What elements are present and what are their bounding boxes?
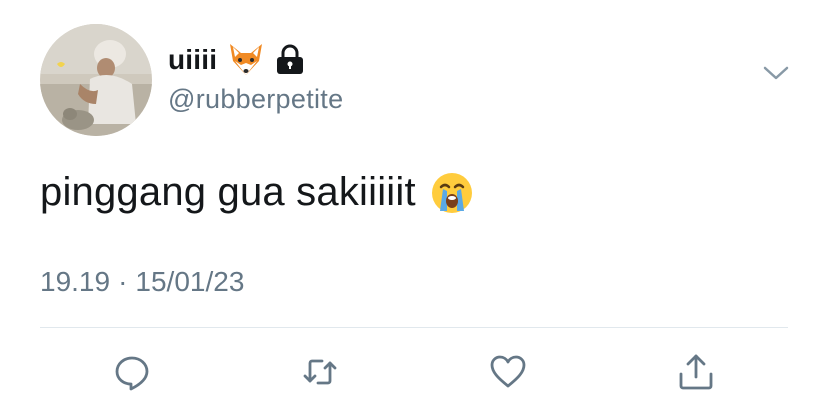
lock-icon [275, 44, 305, 76]
tweet-action-bar [0, 348, 828, 396]
author-name-row: uiiii [168, 40, 305, 80]
display-name[interactable]: uiiii [168, 44, 217, 76]
like-icon [490, 355, 526, 388]
loudly-crying-face-emoji-icon [430, 171, 474, 215]
share-icon [679, 354, 713, 390]
tweet-timestamp[interactable]: 19.19 · 15/01/23 [40, 266, 244, 298]
reply-button[interactable] [108, 348, 156, 396]
tweet-time: 19.19 [40, 266, 111, 297]
tweet-text: pinggang gua sakiiiiit [40, 170, 416, 214]
avatar-photo [40, 24, 152, 136]
retweet-icon [303, 359, 337, 385]
fox-face-emoji-icon [227, 41, 265, 79]
tweet-body: pinggang gua sakiiiiit [40, 170, 474, 215]
chevron-down-icon[interactable] [762, 64, 790, 82]
divider [40, 327, 788, 328]
timestamp-separator: · [118, 266, 128, 297]
retweet-button[interactable] [296, 348, 344, 396]
share-button[interactable] [672, 348, 720, 396]
avatar[interactable] [40, 24, 152, 136]
reply-icon [115, 356, 149, 391]
user-handle[interactable]: @rubberpetite [168, 84, 343, 115]
tweet-date: 15/01/23 [135, 266, 245, 297]
like-button[interactable] [484, 348, 532, 396]
